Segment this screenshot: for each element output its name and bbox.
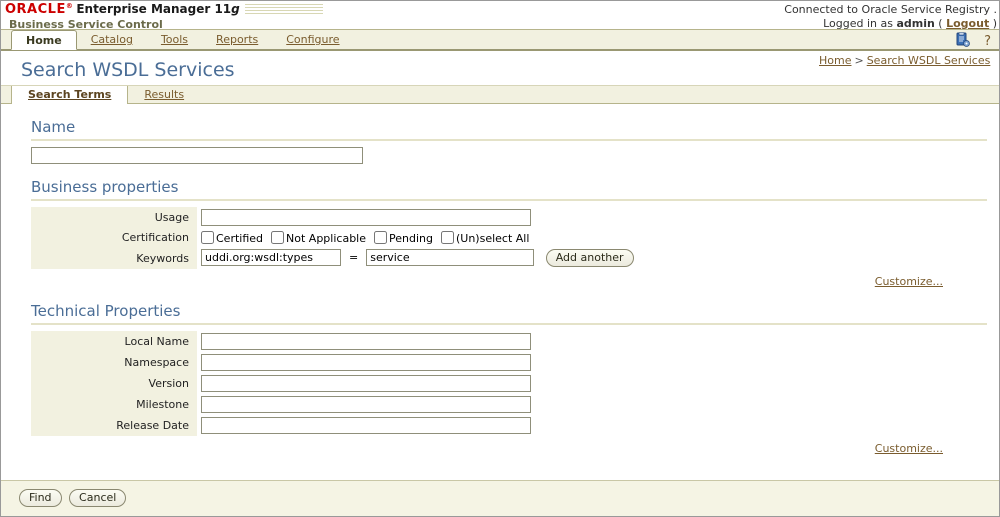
version-input[interactable] (201, 375, 531, 392)
certification-label: Certification (31, 228, 197, 247)
business-properties-table: Usage Certification Certified Not Applic… (31, 207, 634, 269)
breadcrumb-separator: > (854, 54, 864, 67)
breadcrumb-current[interactable]: Search WSDL Services (867, 54, 991, 67)
section-heading-name: Name (31, 118, 987, 141)
tab-results[interactable]: Results (128, 86, 200, 104)
global-tab-tools-label[interactable]: Tools (161, 33, 188, 46)
page-content: Name Business properties Usage Certifica… (1, 118, 999, 455)
global-tab-reports[interactable]: Reports (202, 30, 272, 50)
certification-options-cell: Certified Not Applicable Pending (Un)sel… (197, 228, 634, 247)
global-tab-catalog-label[interactable]: Catalog (91, 33, 133, 46)
milestone-row: Milestone (31, 394, 531, 415)
add-another-button[interactable]: Add another (545, 249, 634, 267)
keyword-name-input[interactable] (201, 249, 341, 266)
business-customize-link[interactable]: Customize... (875, 275, 943, 288)
local-name-value-cell (197, 331, 531, 352)
local-name-row: Local Name (31, 331, 531, 352)
global-tab-reports-label[interactable]: Reports (216, 33, 258, 46)
global-tab-home[interactable]: Home (11, 30, 77, 50)
product-name: Enterprise Manager 11g (76, 2, 240, 16)
application-window: ORACLE® Enterprise Manager 11g Business S… (0, 0, 1000, 517)
connection-info: Connected to Oracle Service Registry . L… (757, 3, 997, 31)
cancel-button[interactable]: Cancel (69, 489, 127, 507)
usage-input[interactable] (201, 209, 531, 226)
name-input[interactable] (31, 147, 363, 164)
usage-label: Usage (31, 207, 197, 228)
breadcrumb-home[interactable]: Home (819, 54, 851, 67)
certification-row: Certification Certified Not Applicable P… (31, 228, 634, 247)
business-customize-row: Customize... (1, 275, 943, 288)
pending-label: Pending (389, 231, 433, 245)
release-date-row: Release Date (31, 415, 531, 436)
sub-tab-bar: Search Terms Results (1, 85, 999, 104)
keyword-value-input[interactable] (366, 249, 535, 266)
keyword-equals-sign: = (349, 251, 359, 264)
certified-label: Certified (216, 231, 264, 245)
local-name-input[interactable] (201, 333, 531, 350)
version-label: Version (31, 373, 197, 394)
global-tab-home-label: Home (26, 34, 62, 47)
technical-properties-table: Local Name Namespace Version Milestone R… (31, 331, 531, 436)
version-row: Version (31, 373, 531, 394)
certification-option-not-applicable[interactable]: Not Applicable (271, 230, 366, 245)
global-tab-tools[interactable]: Tools (147, 30, 202, 50)
version-value-cell (197, 373, 531, 394)
namespace-label: Namespace (31, 352, 197, 373)
release-date-input[interactable] (201, 417, 531, 434)
breadcrumb: Home > Search WSDL Services (819, 54, 999, 67)
certification-option-select-all[interactable]: (Un)select All (440, 230, 530, 245)
page-title-zone: Search WSDL Services Home > Search WSDL Se… (1, 51, 999, 81)
certification-option-certified[interactable]: Certified (201, 230, 264, 245)
not-applicable-label: Not Applicable (286, 231, 366, 245)
technical-customize-link[interactable]: Customize... (875, 442, 943, 455)
connected-status: Connected to Oracle Service Registry . (784, 3, 997, 16)
section-heading-technical: Technical Properties (31, 302, 987, 325)
certified-checkbox[interactable] (201, 230, 214, 244)
keywords-value-cell: = Add another (197, 247, 634, 269)
footer-action-bar: Find Cancel (1, 480, 999, 516)
milestone-label: Milestone (31, 394, 197, 415)
select-all-label: (Un)select All (455, 231, 530, 245)
release-date-label: Release Date (31, 415, 197, 436)
branding-header: ORACLE® Enterprise Manager 11g Business S… (1, 1, 999, 31)
name-field-row (31, 147, 999, 164)
clipboard-preferences-icon[interactable] (955, 32, 971, 51)
registered-mark-icon: ® (65, 2, 74, 10)
global-tab-bar: Home Catalog Tools Reports Configure ? (1, 29, 999, 51)
find-button[interactable]: Find (19, 489, 62, 507)
usage-row: Usage (31, 207, 634, 228)
section-heading-business: Business properties (31, 178, 987, 201)
decorative-stripes (244, 4, 323, 16)
tab-search-terms-label[interactable]: Search Terms (28, 88, 111, 101)
keywords-row: Keywords = Add another (31, 247, 634, 269)
oracle-logo: ORACLE® (5, 2, 74, 17)
namespace-row: Namespace (31, 352, 531, 373)
help-icon[interactable]: ? (984, 34, 991, 49)
select-all-checkbox[interactable] (440, 230, 454, 244)
tab-search-terms[interactable]: Search Terms (11, 86, 129, 104)
tab-results-label[interactable]: Results (144, 88, 184, 101)
global-tools: ? (945, 32, 991, 51)
milestone-value-cell (197, 394, 531, 415)
milestone-input[interactable] (201, 396, 531, 413)
global-tab-configure[interactable]: Configure (272, 30, 353, 50)
namespace-value-cell (197, 352, 531, 373)
local-name-label: Local Name (31, 331, 197, 352)
usage-value-cell (197, 207, 634, 228)
release-date-value-cell (197, 415, 531, 436)
namespace-input[interactable] (201, 354, 531, 371)
global-tab-configure-label[interactable]: Configure (286, 33, 339, 46)
certification-option-pending[interactable]: Pending (374, 230, 433, 245)
keywords-label: Keywords (31, 247, 197, 269)
technical-customize-row: Customize... (1, 442, 943, 455)
pending-checkbox[interactable] (374, 230, 387, 244)
global-tab-catalog[interactable]: Catalog (77, 30, 147, 50)
not-applicable-checkbox[interactable] (271, 230, 285, 244)
